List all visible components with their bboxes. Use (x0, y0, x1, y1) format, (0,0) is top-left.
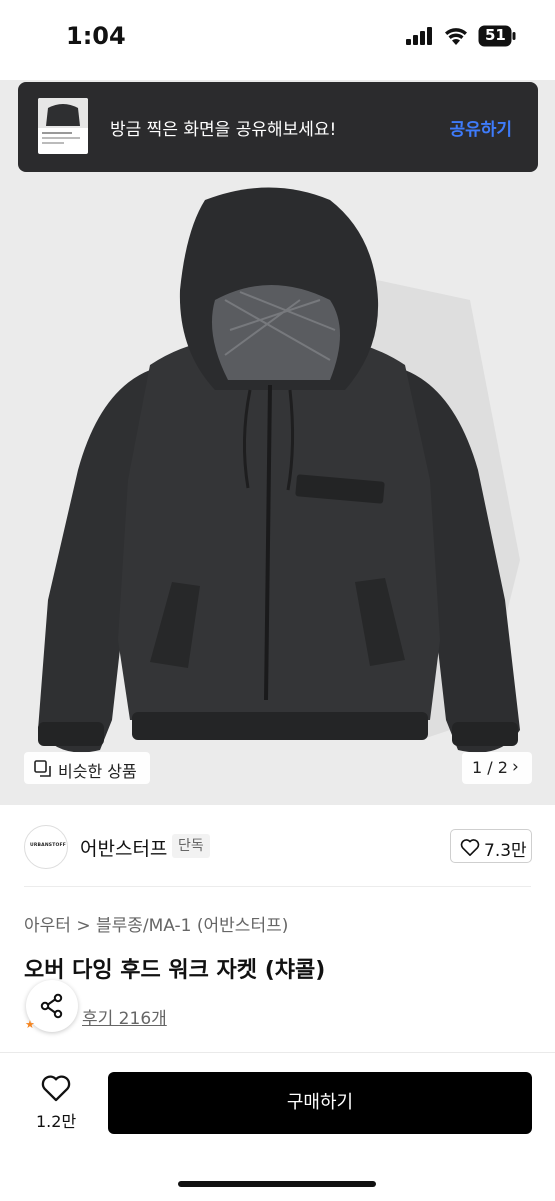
signal-icon (406, 27, 432, 45)
battery-icon: 51 (478, 25, 516, 47)
reviews-link[interactable]: 후기 216개 (82, 1004, 167, 1029)
buy-button[interactable]: 구매하기 (108, 1072, 532, 1134)
similar-products-icon (34, 760, 51, 777)
product-image[interactable] (0, 80, 555, 805)
toast-message: 방금 찍은 화면을 공유해보세요! (110, 120, 337, 140)
exclusive-badge: 단독 (172, 834, 210, 858)
brand-logo-text: URBANSTOFF (30, 843, 67, 848)
screenshot-thumbnail[interactable] (38, 98, 88, 154)
share-toast: 방금 찍은 화면을 공유해보세요! 공유하기 (18, 82, 538, 172)
share-action-button[interactable]: 공유하기 (449, 115, 512, 140)
brand-logo[interactable]: URBANSTOFF (24, 825, 68, 869)
wishlist-count: 1.2만 (36, 1112, 77, 1131)
similar-products-button[interactable]: 비슷한 상품 (24, 752, 150, 784)
share-icon (40, 993, 63, 1019)
wishlist-heart-icon[interactable] (40, 1074, 72, 1102)
brand-like-button[interactable]: 7.3만 (450, 829, 532, 863)
brand-like-count: 7.3만 (484, 841, 527, 861)
brand-name[interactable]: 어반스터프 (80, 834, 167, 861)
product-title: 오버 다잉 후드 워크 자켓 (챠콜) (24, 958, 326, 983)
rating-star-icon: ★ (25, 1018, 35, 1031)
image-pager[interactable]: 1 / 2 › (462, 752, 532, 784)
pager-text: 1 / 2 (472, 758, 508, 777)
chevron-right-icon: › (512, 757, 519, 777)
status-time: 1:04 (66, 22, 126, 50)
similar-products-label: 비슷한 상품 (58, 762, 137, 781)
wifi-icon (445, 28, 467, 45)
breadcrumb[interactable]: 아우터 > 블루종/MA-1 (어반스터프) (24, 911, 288, 936)
home-indicator (178, 1181, 376, 1187)
battery-level: 51 (485, 26, 506, 44)
heart-icon (460, 839, 480, 856)
divider (24, 886, 531, 887)
